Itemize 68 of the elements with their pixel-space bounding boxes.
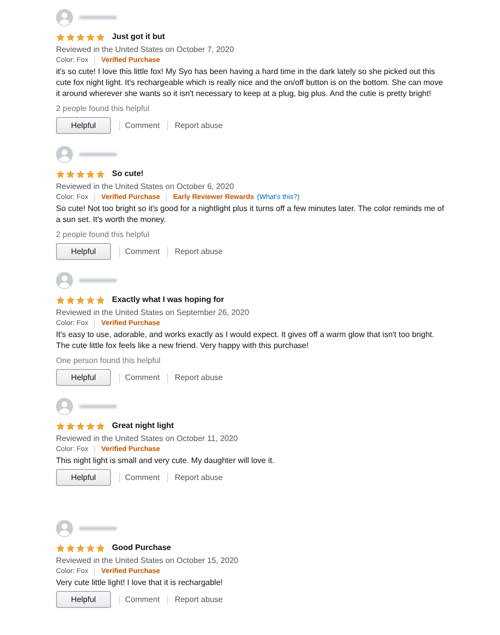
- star-icon: [76, 422, 85, 430]
- review-date: Reviewed in the United States on October 6, 2020: [56, 181, 235, 192]
- star-icon: [76, 170, 85, 178]
- star-icon: [66, 170, 75, 178]
- star-icon: [56, 296, 65, 304]
- helpful-count: 2 people found this helpful: [56, 103, 150, 114]
- report-abuse-link[interactable]: Report abuse: [174, 372, 223, 384]
- comment-link[interactable]: Comment: [125, 472, 160, 484]
- star-icon: [96, 32, 105, 42]
- star-icon: [56, 32, 65, 42]
- helpful-button[interactable]: Helpful: [56, 243, 111, 260]
- star-icon: [86, 544, 95, 552]
- blurred-name: [79, 16, 117, 19]
- review-body: It's easy to use, adorable, and works exactly as I would expect. It gives off a warm glow that isn't too bright. The cute little fox feels like a new friend. Very happy with this purchase!: [56, 329, 436, 351]
- star-icon: [96, 422, 105, 430]
- avatar-icon: [56, 520, 73, 537]
- comment-link[interactable]: Comment: [125, 372, 160, 384]
- review-date: Reviewed in the United States on October 7, 2020: [56, 44, 235, 55]
- star-icon: [86, 170, 95, 178]
- blurred-name: [79, 153, 117, 156]
- blurred-name: [79, 527, 117, 530]
- report-abuse-link[interactable]: Report abuse: [174, 120, 223, 132]
- review-date: Reviewed in the United States on October 15, 2020: [56, 555, 240, 566]
- star-icon: [66, 422, 75, 430]
- review-title: Good Purchase: [112, 542, 172, 554]
- helpful-button[interactable]: Helpful: [56, 369, 111, 386]
- helpful-count: 2 people found this helpful: [56, 229, 150, 240]
- helpful-count: One person found this helpful: [56, 355, 162, 366]
- review-title: Just got it but: [112, 31, 165, 43]
- blurred-name: [79, 279, 117, 282]
- star-icon: [66, 32, 75, 42]
- avatar-icon: [56, 272, 73, 289]
- helpful-button[interactable]: Helpful: [56, 117, 111, 134]
- star-icon: [56, 170, 65, 178]
- star-icon: [76, 544, 85, 552]
- review-date: Reviewed in the United States on October 11, 2020: [56, 433, 239, 444]
- star-icon: [86, 422, 95, 430]
- report-abuse-link[interactable]: Report abuse: [174, 594, 223, 606]
- review-body: This night light is small and very cute. My daughter will love it.: [56, 455, 276, 466]
- avatar-icon: [56, 398, 73, 415]
- report-abuse-link[interactable]: Report abuse: [174, 246, 223, 258]
- star-icon: [86, 32, 95, 42]
- review-body: Very cute little light! I love that it is rechargable!: [56, 577, 224, 588]
- star-icon: [96, 544, 105, 552]
- star-icon: [66, 296, 75, 304]
- avatar-icon: [56, 146, 73, 163]
- star-icon: [56, 544, 65, 552]
- comment-link[interactable]: Comment: [125, 594, 160, 606]
- review-body: it's so cute! I love this little fox! My Syo has been having a hard time in the dark lately so she picked out this cute fox night light. It's rechargeable which is really nice and the on/off button is on the bottom. She can move it around wherever she wants so it isn't necessary to keep at a plug, big plus. And the cutie is pretty bright!: [56, 66, 444, 99]
- star-icon: [86, 296, 95, 304]
- comment-link[interactable]: Comment: [125, 120, 160, 132]
- star-icon: [96, 170, 105, 178]
- avatar-icon: [56, 9, 73, 26]
- review-title: So cute!: [112, 168, 144, 180]
- comment-link[interactable]: Comment: [125, 246, 160, 258]
- star-icon: [96, 296, 105, 304]
- review-body: So cute! Not too bright so it's good for a nightlight plus it turns off a few minutes later. The color reminds me of a sun set. It's worth the money.: [56, 203, 446, 225]
- star-icon: [56, 422, 65, 430]
- star-icon: [76, 296, 85, 304]
- review-title: Exactly what I was hoping for: [112, 294, 224, 306]
- helpful-button[interactable]: Helpful: [56, 469, 111, 486]
- blurred-name: [79, 405, 117, 408]
- report-abuse-link[interactable]: Report abuse: [174, 472, 223, 484]
- review-title: Great night light: [112, 420, 174, 432]
- helpful-button[interactable]: Helpful: [56, 591, 111, 608]
- review-date: Reviewed in the United States on September 26, 2020: [56, 307, 250, 318]
- star-icon: [76, 32, 85, 42]
- star-icon: [66, 544, 75, 552]
